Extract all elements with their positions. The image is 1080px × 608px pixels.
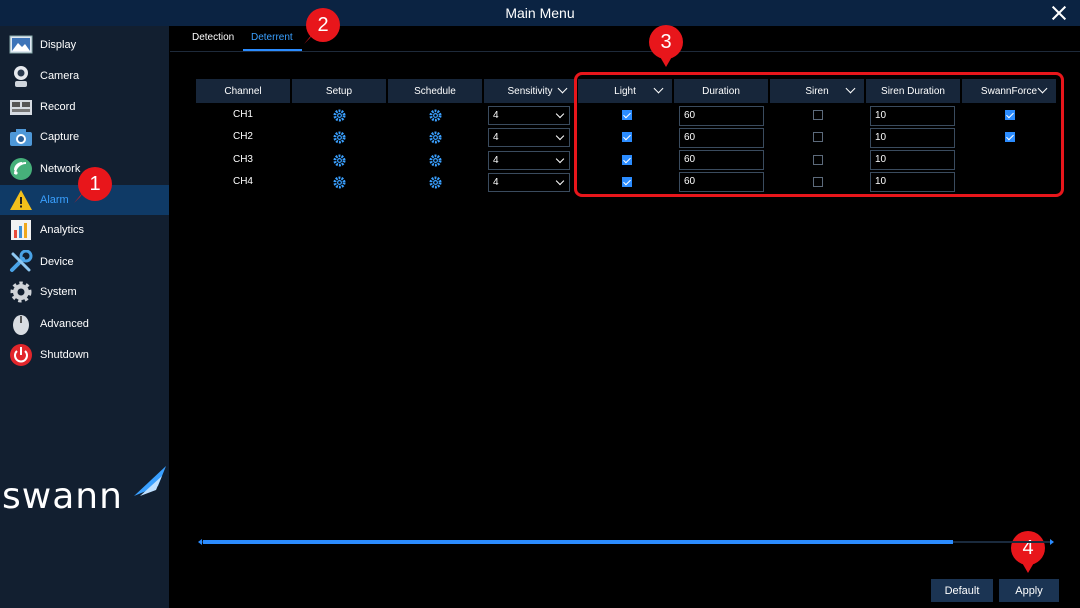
swann-wing-icon [134,466,166,496]
close-icon[interactable] [1050,4,1068,22]
sidebar-item-label: System [40,286,77,298]
system-icon [9,280,33,304]
chevron-down-icon [555,176,565,186]
alarm-icon [9,188,33,212]
horizontal-scrollbar-thumb[interactable] [203,540,953,544]
sidebar-item-label: Alarm [40,194,69,206]
scroll-left-arrow-icon[interactable] [198,539,202,545]
channel-label: CH2 [232,131,253,142]
sidebar-item-analytics[interactable]: Analytics [0,215,169,245]
tab-divider [170,51,1080,52]
network-icon [9,157,33,181]
camera-icon [9,64,33,88]
title-bar: Main Menu [0,0,1080,26]
record-icon [9,95,33,119]
sensitivity-select[interactable]: 4 [488,151,570,170]
schedule-gear-icon[interactable] [429,154,442,167]
sidebar-item-display[interactable]: Display [0,30,169,60]
channel-label: CH1 [232,109,253,120]
sidebar-item-label: Advanced [40,318,89,330]
sidebar-item-record[interactable]: Record [0,92,169,122]
advanced-icon [9,312,33,336]
sidebar-item-shutdown[interactable]: Shutdown [0,340,169,370]
step-marker-3: 3 [649,25,683,67]
scroll-right-arrow-icon[interactable] [1050,539,1054,545]
analytics-icon [9,218,33,242]
apply-button[interactable]: Apply [999,579,1059,602]
sidebar-item-label: Display [40,39,77,51]
setup-gear-icon[interactable] [333,131,346,144]
default-button[interactable]: Default [931,579,993,602]
sidebar-item-label: Record [40,101,76,113]
display-icon [9,33,33,57]
sidebar-item-label: Camera [40,70,80,82]
sensitivity-select[interactable]: 4 [488,106,570,125]
channel-label: CH3 [232,154,253,165]
chevron-down-icon [557,83,568,94]
header-channel: Channel [196,79,290,103]
sidebar-item-label: Network [40,163,81,175]
swann-logo: swann [0,466,169,526]
sidebar-item-capture[interactable]: Capture [0,122,169,152]
header-schedule: Schedule [388,79,482,103]
sidebar-item-label: Capture [40,131,80,143]
sidebar-item-label: Analytics [40,224,85,236]
sensitivity-select[interactable]: 4 [488,128,570,147]
header-sensitivity[interactable]: Sensitivity [484,79,576,103]
sidebar: Display Camera Record Capture Network Al… [0,26,169,608]
sidebar-item-advanced[interactable]: Advanced [0,309,169,339]
setup-gear-icon[interactable] [333,154,346,167]
step-marker-2: 2 [304,8,340,44]
window-title: Main Menu [505,5,575,21]
sidebar-item-label: Device [40,256,74,268]
chevron-down-icon [555,154,565,164]
deterrent-highlight-box [574,72,1064,197]
sensitivity-select[interactable]: 4 [488,173,570,192]
chevron-down-icon [555,109,565,119]
setup-gear-icon[interactable] [333,109,346,122]
schedule-gear-icon[interactable] [429,176,442,189]
schedule-gear-icon[interactable] [429,131,442,144]
shutdown-icon [9,343,33,367]
sidebar-item-device[interactable]: Device [0,247,169,277]
sidebar-item-label: Shutdown [40,349,89,361]
channel-label: CH4 [232,176,253,187]
capture-icon [9,125,33,149]
sidebar-item-camera[interactable]: Camera [0,61,169,91]
chevron-down-icon [555,131,565,141]
setup-gear-icon[interactable] [333,176,346,189]
tab-deterrent[interactable]: Deterrent [251,32,293,43]
schedule-gear-icon[interactable] [429,109,442,122]
header-setup: Setup [292,79,386,103]
step-marker-4: 4 [1011,531,1045,573]
tab-detection[interactable]: Detection [192,32,234,43]
sidebar-item-system[interactable]: System [0,277,169,307]
device-icon [9,250,33,274]
step-marker-1: 1 [74,167,112,203]
